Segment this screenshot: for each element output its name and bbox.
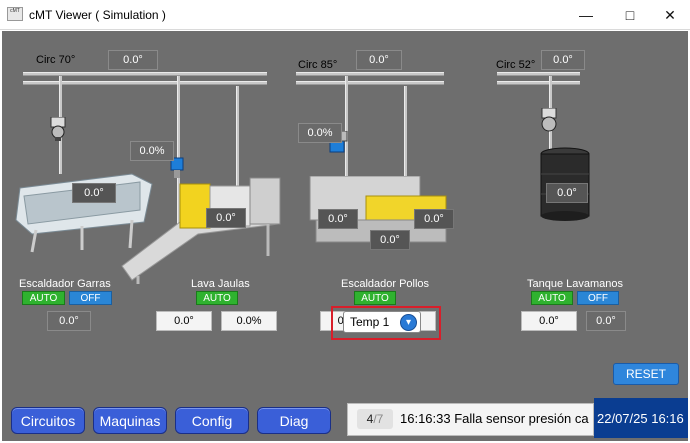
pipe-drop — [404, 86, 407, 180]
maximize-icon[interactable]: □ — [613, 0, 647, 30]
auto-mode-button[interactable]: AUTO — [196, 291, 238, 305]
valve-opening-value: 0.0% — [130, 141, 174, 161]
nav-config-button[interactable]: Config — [175, 407, 249, 434]
station-name: Lava Jaulas — [191, 278, 250, 290]
station-temp-value: 0.0° — [47, 311, 91, 331]
pipe-drop — [345, 76, 348, 180]
station-temp-value: 0.0° — [156, 311, 212, 331]
supply-pipe — [296, 72, 444, 76]
circuit-label: Circ 85° — [298, 59, 338, 71]
station-temp-value: 0.0° — [521, 311, 577, 331]
machine-temp-readout: 0.0° — [72, 183, 116, 203]
chevron-down-icon[interactable]: ▾ — [400, 314, 417, 331]
supply-pipe — [497, 72, 580, 76]
machine-temp-readout: 0.0° — [318, 209, 358, 229]
machine-temp-readout: 0.0° — [370, 230, 410, 250]
minimize-icon[interactable]: — — [569, 0, 603, 30]
off-mode-button[interactable]: OFF — [69, 291, 112, 305]
machine-temp-readout: 0.0° — [414, 209, 454, 229]
machine-temp-readout: 0.0° — [546, 183, 588, 203]
auto-mode-button[interactable]: AUTO — [22, 291, 65, 305]
nav-circuitos-button[interactable]: Circuitos — [11, 407, 85, 434]
return-pipe — [497, 81, 580, 85]
valve-actuator-icon — [541, 108, 557, 132]
return-pipe — [296, 81, 444, 85]
circuit-temp-value: 0.0° — [108, 50, 158, 70]
station-name: Escaldador Pollos — [341, 278, 430, 290]
alarm-message: 16:16:33 Falla sensor presión ca — [400, 411, 589, 426]
nav-maquinas-button[interactable]: Maquinas — [93, 407, 167, 434]
temp-select-value: Temp 1 — [350, 315, 390, 329]
off-mode-button[interactable]: OFF — [577, 291, 619, 305]
auto-mode-button[interactable]: AUTO — [531, 291, 573, 305]
station-temp-value: 0.0° — [586, 311, 626, 331]
close-icon[interactable]: ✕ — [653, 0, 687, 30]
valve-actuator-icon — [50, 117, 66, 141]
valve-opening-value: 0.0% — [298, 123, 342, 143]
auto-mode-button[interactable]: AUTO — [354, 291, 396, 305]
window-title: cMT Viewer ( Simulation ) — [29, 8, 166, 22]
reset-button[interactable]: RESET — [613, 363, 679, 385]
machine-temp-readout: 0.0° — [206, 208, 246, 228]
circuit-label: Circ 52° — [496, 59, 536, 71]
circuit-temp-value: 0.0° — [356, 50, 402, 70]
temp-select-dropdown[interactable]: Temp 1 ▾ — [343, 311, 421, 333]
circuit-label: Circ 70° — [36, 54, 76, 66]
circuit-temp-value: 0.0° — [541, 50, 585, 70]
lava-jaulas-machine — [121, 177, 281, 284]
station-percent-value: 0.0% — [221, 311, 277, 331]
app-logo-icon: cMT — [7, 7, 23, 21]
datetime-display: 22/07/25 16:16 — [594, 398, 688, 438]
alarm-page-counter[interactable]: 4/7 — [357, 409, 393, 429]
station-name: Escaldador Garras — [19, 278, 111, 290]
station-name: Tanque Lavamanos — [527, 278, 624, 290]
nav-diag-button[interactable]: Diag — [257, 407, 331, 434]
title-bar: cMT cMT Viewer ( Simulation ) — □ ✕ — [0, 0, 690, 30]
